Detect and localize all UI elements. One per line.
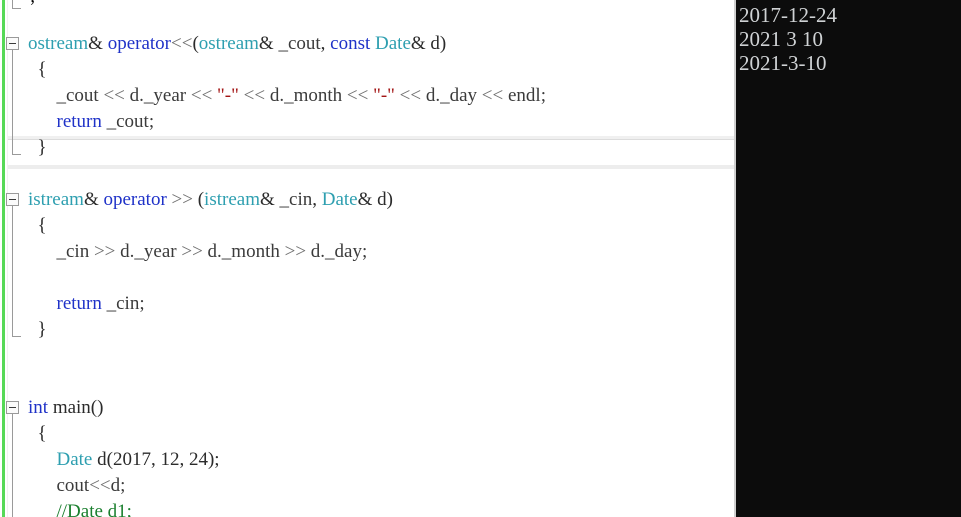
code-line[interactable]: _cout << d._year << "-" << d._month << "… (28, 83, 546, 109)
code-line[interactable]: } (28, 135, 47, 161)
code-line[interactable]: cout<<d; (28, 473, 126, 499)
code-editor-pane[interactable]: ; ostream& operator<<(ostream& _cout, co… (0, 0, 736, 517)
code-token: << (103, 85, 130, 106)
code-line[interactable]: //Date d1; (28, 499, 132, 517)
console-line: 2021-3-10 (739, 51, 827, 75)
collapse-minus-icon[interactable] (6, 401, 19, 414)
code-token: , (320, 33, 331, 54)
code-token: & d) (410, 33, 447, 54)
console-output-pane[interactable]: 2017-12-24 2021 3 10 2021-3-10 (736, 0, 961, 517)
code-token: } (28, 137, 47, 158)
outline-elbow (12, 336, 21, 337)
code-line[interactable]: } (28, 317, 47, 343)
code-line[interactable]: { (28, 213, 47, 239)
code-token: << (190, 85, 218, 106)
code-token: { (28, 423, 47, 444)
code-token: Date (321, 189, 358, 210)
code-text-surface[interactable]: ostream& operator<<(ostream& _cout, cons… (0, 0, 736, 517)
code-token: operator (103, 189, 172, 210)
collapse-minus-icon[interactable] (6, 193, 19, 206)
code-token: operator (107, 33, 171, 54)
code-token: int (28, 397, 53, 418)
code-token: 12 (160, 449, 180, 470)
code-token: >> (181, 241, 208, 262)
code-token: >> (171, 189, 198, 210)
code-token: istream (28, 189, 84, 210)
code-token: ostream (28, 33, 89, 54)
code-token: //Date d1; (28, 501, 132, 517)
code-token: return (56, 293, 107, 314)
code-token: 24 (188, 449, 208, 470)
app-window: ; ostream& operator<<(ostream& _cout, co… (0, 0, 961, 517)
code-token: return (56, 111, 107, 132)
code-token: ); (207, 449, 220, 470)
code-token: d._month (269, 85, 347, 106)
code-token: Date (56, 449, 93, 470)
code-token: & (259, 189, 280, 210)
code-token: << (243, 85, 270, 106)
code-token: << (89, 475, 111, 496)
code-token: d._day (425, 85, 482, 106)
code-token: d._year (120, 241, 182, 262)
code-token: 2017 (112, 449, 151, 470)
code-token: >> (284, 241, 311, 262)
code-token: istream (204, 189, 260, 210)
code-token: cout (28, 475, 90, 496)
code-token: , (312, 189, 322, 210)
code-token: _cout; (106, 111, 155, 132)
outline-guide (12, 206, 13, 336)
code-token: _cin (279, 189, 313, 210)
code-token: "-" (217, 85, 244, 106)
console-line: 2017-12-24 (739, 3, 837, 27)
code-line[interactable]: istream& operator >> (istream& _cin, Dat… (28, 187, 393, 213)
code-token: _cin; (106, 293, 145, 314)
code-token: Date (375, 33, 411, 54)
console-lines: 2017-12-24 2021 3 10 2021-3-10 (736, 3, 961, 75)
code-token: >> (93, 241, 121, 262)
code-token: "-" (373, 85, 400, 106)
code-token: { (28, 59, 47, 80)
code-token: << (171, 33, 193, 54)
console-line: 2021 3 10 (739, 27, 823, 51)
code-token: d._year (129, 85, 191, 106)
code-token: << (399, 85, 426, 106)
code-token: & d) (357, 189, 393, 210)
code-token: d._day; (310, 241, 368, 262)
code-token: d( (92, 449, 113, 470)
collapse-minus-icon[interactable] (6, 37, 19, 50)
code-token: << (481, 85, 508, 106)
code-token: { (28, 215, 47, 236)
code-token: & (88, 33, 108, 54)
code-token: main() (52, 397, 104, 418)
code-line[interactable]: return _cout; (28, 109, 155, 135)
code-token: << (346, 85, 374, 106)
outline-elbow (12, 154, 21, 155)
code-token: _cout (278, 33, 321, 54)
code-token: & (258, 33, 279, 54)
code-line[interactable]: { (28, 57, 47, 83)
outline-guide (12, 414, 13, 517)
code-line[interactable]: return _cin; (28, 291, 145, 317)
code-token: d; (110, 475, 126, 496)
code-token: const (330, 33, 376, 54)
code-token: endl; (507, 85, 546, 106)
code-line[interactable]: _cin >> d._year >> d._month >> d._day; (28, 239, 368, 265)
code-token: ostream (198, 33, 259, 54)
code-token: d._month (207, 241, 285, 262)
code-token: & (83, 189, 104, 210)
outline-guide (12, 50, 13, 154)
code-token: , (179, 449, 189, 470)
code-token: _cin (28, 241, 94, 262)
code-line[interactable]: Date d(2017, 12, 24); (28, 447, 220, 473)
code-line[interactable]: int main() (28, 395, 103, 421)
code-token: _cout (28, 85, 104, 106)
code-token: } (28, 319, 47, 340)
code-line[interactable]: { (28, 421, 47, 447)
code-line[interactable]: ostream& operator<<(ostream& _cout, cons… (28, 31, 446, 57)
